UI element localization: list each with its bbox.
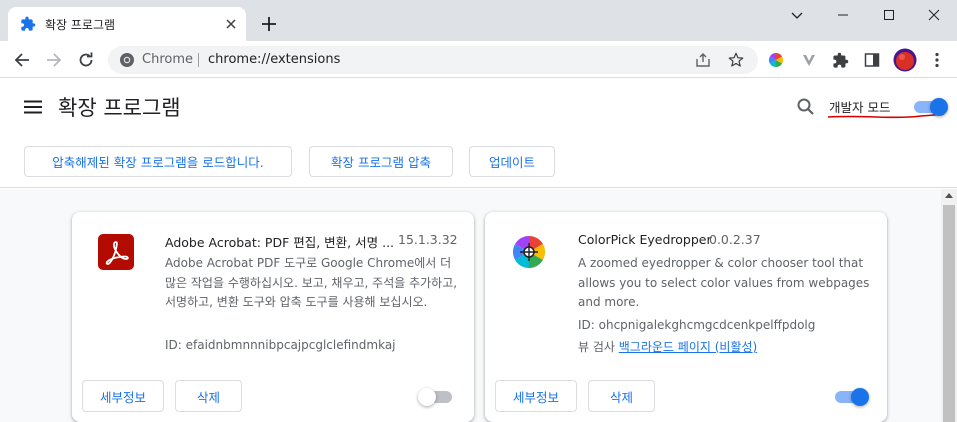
extension-id: ID: efaidnbmnnnibpcajpcglclefindmkaj	[165, 338, 396, 352]
hamburger-menu-icon[interactable]	[24, 100, 42, 114]
tab-title: 확장 프로그램	[45, 18, 116, 32]
address-bar[interactable]: Chrome chrome://extensions	[108, 46, 758, 74]
extension-version: 15.1.3.32	[398, 232, 458, 247]
forward-icon[interactable]	[44, 50, 64, 70]
puzzle-icon	[21, 16, 36, 31]
toggle-knob	[930, 98, 948, 116]
omnibox-separator	[198, 53, 199, 67]
inspect-views: 뷰 검사 백그라운드 페이지 (비활성)	[578, 338, 757, 355]
load-unpacked-button[interactable]: 압축해제된 확장 프로그램을 로드합니다.	[24, 146, 292, 177]
extensions-header: 확장 프로그램 개발자 모드 압축해제된 확장 프로그램을 로드합니다. 확장 …	[0, 78, 957, 188]
remove-button[interactable]: 삭제	[175, 380, 242, 412]
colorpick-extension-icon[interactable]	[766, 50, 786, 70]
adobe-acrobat-icon	[98, 234, 134, 270]
reload-icon[interactable]	[76, 50, 96, 70]
browser-toolbar: Chrome chrome://extensions	[0, 41, 957, 78]
update-button[interactable]: 업데이트	[469, 146, 555, 177]
extension-id: ID: ohcpnigalekghcmgcdcenkpelffpdolg	[578, 318, 816, 332]
extension-description: Adobe Acrobat PDF 도구로 Google Chrome에서 더 …	[165, 256, 458, 309]
search-icon[interactable]	[796, 97, 816, 117]
scroll-thumb[interactable]	[943, 205, 955, 422]
tab-search-chevron-down-icon[interactable]	[774, 0, 820, 30]
site-label: Chrome	[142, 52, 193, 67]
toggle-knob	[418, 388, 436, 406]
background-page-link[interactable]: 백그라운드 페이지 (비활성)	[619, 340, 757, 354]
extension-description: A zoomed eyedropper & color chooser tool…	[578, 256, 870, 309]
extension-name: Adobe Acrobat: PDF 편집, 변환, 서명 ...	[165, 235, 395, 250]
url-text[interactable]: chrome://extensions	[208, 52, 340, 67]
window-close-icon[interactable]	[911, 0, 957, 30]
extensions-puzzle-icon[interactable]	[830, 50, 850, 70]
profile-avatar[interactable]	[893, 48, 917, 72]
extension-version: 0.0.2.37	[709, 232, 761, 247]
page-title: 확장 프로그램	[58, 96, 181, 120]
new-tab-plus-icon[interactable]	[259, 14, 279, 34]
minimize-icon[interactable]	[820, 0, 866, 30]
bookmark-star-icon[interactable]	[727, 51, 745, 69]
inspect-views-label: 뷰 검사	[578, 340, 615, 354]
extension-enable-toggle[interactable]	[418, 388, 454, 406]
maximize-icon[interactable]	[866, 0, 912, 30]
red-annotation-underline	[827, 113, 945, 119]
extension-enable-toggle[interactable]	[835, 388, 869, 406]
side-panel-icon[interactable]	[862, 50, 882, 70]
pack-extension-button[interactable]: 확장 프로그램 압축	[309, 146, 453, 177]
remove-button[interactable]: 삭제	[588, 380, 655, 412]
back-icon[interactable]	[12, 50, 32, 70]
developer-mode-toggle[interactable]	[914, 98, 948, 116]
details-button[interactable]: 세부정보	[82, 380, 164, 412]
extension-card-colorpick: ColorPick Eyedropper 0.0.2.37 A zoomed e…	[485, 212, 887, 422]
more-menu-icon[interactable]	[927, 50, 947, 70]
extension-name: ColorPick Eyedropper	[578, 232, 712, 247]
scroll-up-arrow-icon[interactable]	[945, 193, 953, 198]
extensions-list: Adobe Acrobat: PDF 편집, 변환, 서명 ... 15.1.3…	[0, 189, 941, 422]
share-icon[interactable]	[695, 52, 711, 68]
tab-extensions[interactable]: 확장 프로그램	[8, 7, 246, 41]
page-scrollbar[interactable]	[941, 189, 957, 422]
close-icon[interactable]	[222, 15, 240, 33]
vivaldi-extension-icon[interactable]	[799, 50, 819, 70]
colorpick-eyedropper-icon	[512, 235, 546, 269]
tab-strip: 확장 프로그램	[0, 0, 957, 41]
details-button[interactable]: 세부정보	[495, 380, 577, 412]
toggle-knob	[851, 388, 869, 406]
extension-card-adobe-acrobat: Adobe Acrobat: PDF 편집, 변환, 서명 ... 15.1.3…	[72, 212, 474, 422]
chrome-icon	[120, 53, 134, 67]
